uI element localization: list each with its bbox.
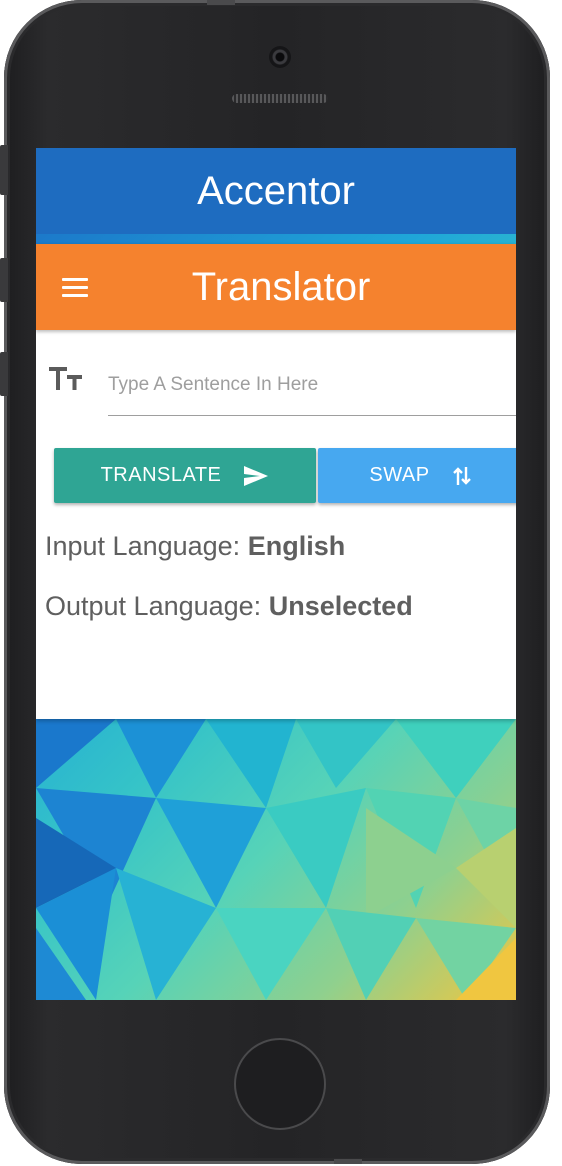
phone-volume-up — [0, 258, 8, 302]
phone-top-edge — [207, 0, 235, 5]
swap-vertical-icon — [452, 466, 471, 485]
toolbar: Translator — [36, 244, 516, 330]
text-size-icon — [49, 367, 82, 390]
input-language-line: Input Language: English — [45, 531, 345, 562]
translator-card: Translator TRANSLATE SWAP Input Language… — [36, 244, 516, 719]
app-header: Accentor — [36, 148, 516, 234]
phone-volume-down — [0, 352, 8, 396]
output-language-label: Output Language: — [45, 591, 262, 621]
sentence-input[interactable] — [108, 365, 508, 405]
swap-button[interactable]: SWAP — [318, 448, 516, 503]
translate-button-label: TRANSLATE — [100, 464, 222, 486]
sentence-input-wrapper — [108, 365, 516, 416]
earpiece-speaker — [232, 94, 328, 103]
phone-bottom-edge — [334, 1159, 362, 1164]
input-language-label: Input Language: — [45, 531, 241, 561]
app-screen: Accentor Translator TRANSLATE SWAP — [36, 148, 516, 1000]
translate-button[interactable]: TRANSLATE — [54, 448, 316, 503]
input-language-value: English — [247, 531, 346, 561]
phone-mute-switch — [0, 145, 8, 195]
app-title: Accentor — [197, 168, 355, 213]
front-camera — [269, 46, 291, 68]
home-button[interactable] — [234, 1038, 326, 1130]
toolbar-title: Translator — [191, 265, 371, 309]
swap-button-label: SWAP — [369, 464, 430, 486]
output-language-value: Unselected — [268, 591, 413, 621]
send-icon — [244, 465, 269, 486]
output-language-line: Output Language: Unselected — [45, 591, 413, 622]
